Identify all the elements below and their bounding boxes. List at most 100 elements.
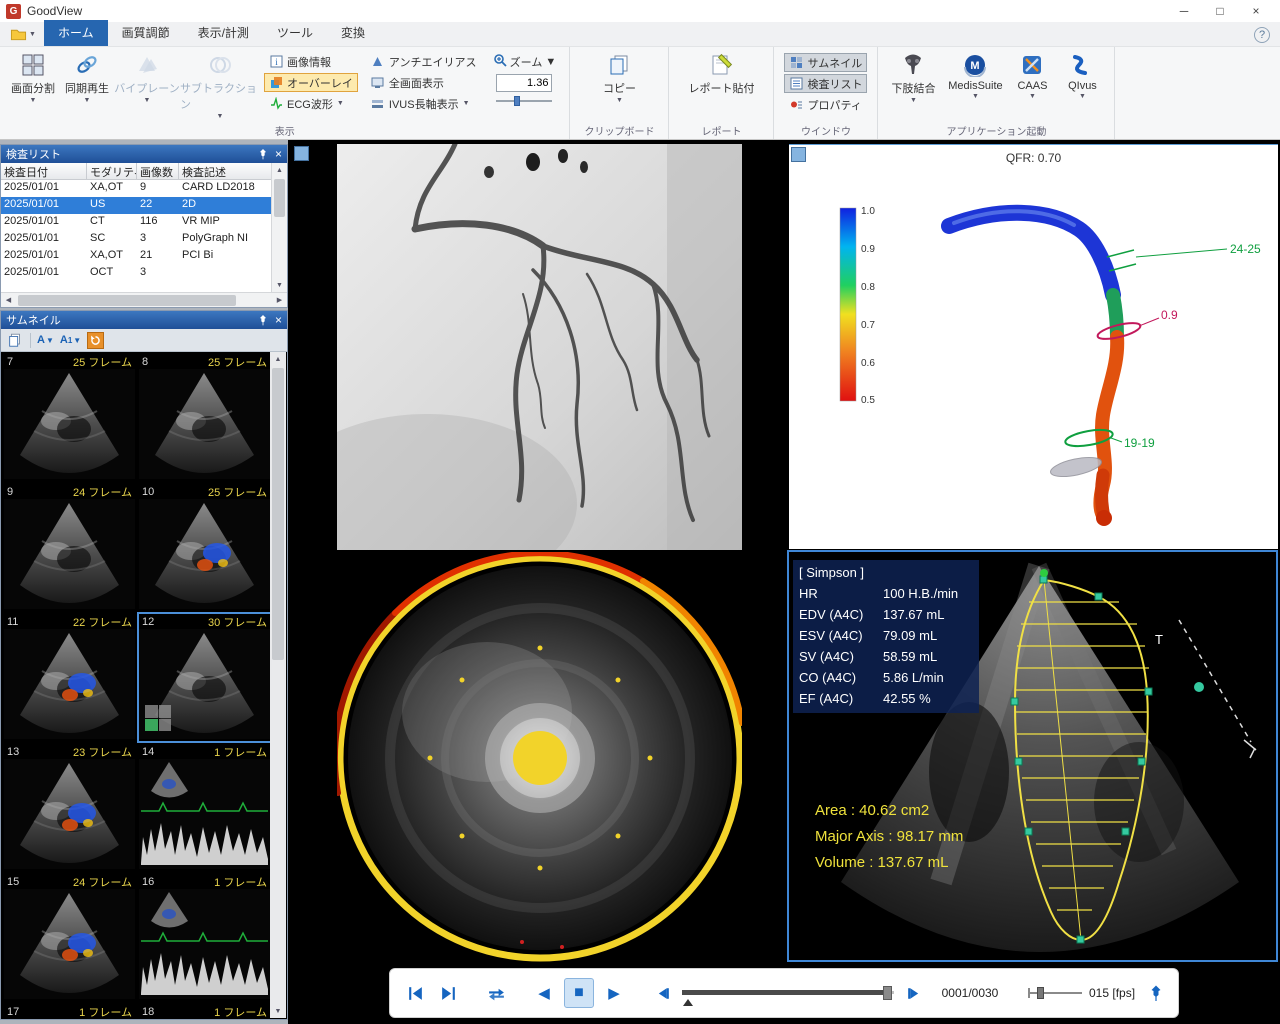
tab-home[interactable]: ホーム <box>44 20 108 46</box>
column-header-date[interactable]: 検査日付 <box>1 163 87 180</box>
zoom-slider-handle[interactable] <box>514 96 520 106</box>
ivus-long-axis-toggle[interactable]: IVUS長軸表示 ▼ <box>366 94 482 113</box>
scroll-left-icon[interactable]: ◀ <box>1 296 16 304</box>
thumbnail-item-15[interactable]: 1524 フレーム <box>4 874 135 1001</box>
medissuite-button[interactable]: M MedisSuite ▼ <box>942 50 1008 124</box>
exam-row[interactable]: 2025/01/01 XA,OT 9 CARD LD2018 <box>1 180 287 197</box>
thumbnail-item-18[interactable]: 181 フレーム <box>139 1004 270 1018</box>
thumbnail-item-8[interactable]: 825 フレーム <box>139 354 270 481</box>
column-header-modality[interactable]: モダリティ <box>87 163 137 180</box>
viewport-angiography[interactable] <box>292 144 786 550</box>
exam-row[interactable]: 2025/01/01 XA,OT 21 PCI Bi <box>1 248 287 265</box>
qfr-vessel <box>949 211 1117 526</box>
viewport-selector-square[interactable] <box>791 147 806 162</box>
fullscreen-toggle[interactable]: 全画面表示 <box>366 73 482 92</box>
image-info-toggle[interactable]: i 画像情報 <box>264 52 358 71</box>
thumbnail-item-17[interactable]: 171 フレーム <box>4 1004 135 1018</box>
viewport-qfr[interactable]: QFR: 0.70 1.0 0.9 0.8 0.7 0.6 0.5 <box>789 144 1278 549</box>
minimize-button[interactable]: ─ <box>1166 1 1202 22</box>
biplane-button[interactable]: バイプレーン ▼ <box>114 50 180 124</box>
sort-by-number-button[interactable]: A1▼ <box>60 334 81 346</box>
exam-list-horizontal-scrollbar[interactable]: ◀ ▶ <box>1 292 287 307</box>
caas-button[interactable]: CAAS ▼ <box>1008 50 1056 124</box>
scrollbar-thumb[interactable] <box>272 368 284 660</box>
ecg-wave-toggle[interactable]: ECG波形 ▼ <box>264 94 358 113</box>
overlay-toggle[interactable]: オーバーレイ <box>264 73 358 92</box>
property-panel-toggle[interactable]: プロパティ <box>784 95 867 114</box>
scrollbar-thumb[interactable] <box>274 179 285 217</box>
exam-row-selected[interactable]: 2025/01/01 US 22 2D <box>1 197 287 214</box>
subtraction-button[interactable]: サブトラクション ▼ <box>180 50 260 124</box>
close-panel-icon[interactable]: × <box>275 148 282 160</box>
zoom-value-input[interactable] <box>496 74 552 92</box>
maximize-button[interactable]: □ <box>1202 1 1238 22</box>
thumbnail-item-12-selected[interactable]: 1230 フレーム <box>139 614 270 741</box>
tab-display-measure[interactable]: 表示/計測 <box>184 20 263 46</box>
viewport-selector-square[interactable] <box>294 146 309 161</box>
step-back-button[interactable] <box>649 980 675 1006</box>
thumbnail-panel-toggle[interactable]: サムネイル <box>784 53 867 72</box>
tab-image-quality[interactable]: 画質調節 <box>108 20 184 46</box>
sync-play-button[interactable]: 同期再生 ▼ <box>60 50 114 124</box>
pin-icon[interactable] <box>257 314 269 326</box>
copy-button[interactable]: コピー ▼ <box>590 50 648 124</box>
speed-slider[interactable] <box>1028 983 1082 1003</box>
exam-table: 検査日付 モダリティ 画像数 検査記述 2025/01/01 XA,OT 9 C… <box>1 163 287 292</box>
thumbnail-panel: サムネイル × A▼ A1▼ 725 フレーム <box>0 310 288 1020</box>
scroll-right-icon[interactable]: ▶ <box>272 296 287 304</box>
tab-tools[interactable]: ツール <box>263 20 327 46</box>
skip-to-start-button[interactable] <box>402 980 428 1006</box>
skip-to-end-button[interactable] <box>435 980 461 1006</box>
close-button[interactable]: × <box>1238 1 1274 22</box>
thumbnail-item-14[interactable]: 141 フレーム <box>139 744 270 871</box>
antialias-toggle[interactable]: アンチエイリアス <box>366 52 482 71</box>
stop-button[interactable]: ■ <box>564 978 594 1008</box>
zoom-button[interactable]: ズーム ▼ <box>493 52 557 71</box>
zoom-slider-track <box>496 100 552 102</box>
thumbnail-item-7[interactable]: 725 フレーム <box>4 354 135 481</box>
thumbnail-item-13[interactable]: 1323 フレーム <box>4 744 135 871</box>
zoom-slider[interactable] <box>496 95 552 107</box>
lower-limb-button[interactable]: 下肢結合 ▼ <box>884 50 942 124</box>
viewport-echo-selected[interactable]: T [ Simpson ] HR100 H.B./min EDV (A4C)13… <box>787 550 1278 962</box>
pin-playbar-button[interactable] <box>1146 983 1166 1003</box>
exam-row[interactable]: 2025/01/01 SC 3 PolyGraph NI <box>1 231 287 248</box>
scroll-down-icon[interactable]: ▼ <box>272 278 287 292</box>
thumbnail-item-9[interactable]: 924 フレーム <box>4 484 135 611</box>
thumbnail-panel-title: サムネイル <box>6 312 61 328</box>
screen-split-button[interactable]: 画面分割 ▼ <box>6 50 60 124</box>
thumbnail-item-10[interactable]: 1025 フレーム <box>139 484 270 611</box>
pin-icon[interactable] <box>257 148 269 160</box>
column-header-count[interactable]: 画像数 <box>137 163 179 180</box>
frame-slider-handle[interactable] <box>883 986 892 1000</box>
exam-row[interactable]: 2025/01/01 CT 116 VR MIP <box>1 214 287 231</box>
play-reverse-button[interactable]: ◀ <box>531 980 557 1006</box>
scroll-down-icon[interactable]: ▼ <box>270 1004 286 1018</box>
refresh-button[interactable] <box>87 332 104 349</box>
thumbnail-vertical-scrollbar[interactable]: ▲ ▼ <box>270 352 286 1018</box>
speed-slider-handle[interactable] <box>1037 987 1044 999</box>
ivus-image <box>337 552 742 962</box>
thumbnail-item-11[interactable]: 1122 フレーム <box>4 614 135 741</box>
duplicate-button[interactable] <box>6 331 24 349</box>
subtraction-icon <box>207 52 233 78</box>
report-paste-button[interactable]: レポート貼付 <box>681 50 761 124</box>
scroll-up-icon[interactable]: ▲ <box>270 352 286 366</box>
exam-list-panel-toggle[interactable]: 検査リスト <box>784 74 867 93</box>
close-panel-icon[interactable]: × <box>275 314 282 326</box>
step-forward-button[interactable] <box>901 980 927 1006</box>
loop-button[interactable] <box>483 980 509 1006</box>
viewport-ivus[interactable] <box>292 552 786 962</box>
frame-slider[interactable] <box>682 980 894 1006</box>
exam-row[interactable]: 2025/01/01 OCT 3 <box>1 265 287 282</box>
sort-by-name-button[interactable]: A▼ <box>37 334 54 346</box>
help-button[interactable]: ? <box>1254 27 1270 43</box>
thumbnail-item-16[interactable]: 161 フレーム <box>139 874 270 1001</box>
scroll-up-icon[interactable]: ▲ <box>272 163 287 177</box>
qivus-button[interactable]: QIvus ▼ <box>1056 50 1108 124</box>
tab-convert[interactable]: 変換 <box>327 20 379 46</box>
play-button[interactable]: ▶ <box>601 980 627 1006</box>
scrollbar-thumb[interactable] <box>18 295 236 306</box>
exam-list-vertical-scrollbar[interactable]: ▲ ▼ <box>271 163 287 292</box>
open-file-button[interactable]: ▼ <box>0 26 44 46</box>
